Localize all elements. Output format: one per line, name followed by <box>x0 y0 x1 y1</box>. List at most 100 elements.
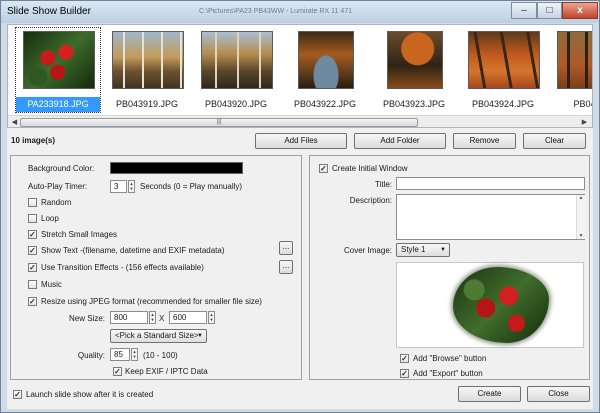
thumbnail-image[interactable] <box>23 31 95 89</box>
quality-stepper[interactable]: ▲ ▼ <box>131 348 138 361</box>
maximize-button[interactable]: □ <box>537 2 562 19</box>
title-bar[interactable]: Slide Show Builder C:\Pictures\PA23 PB43… <box>1 1 599 23</box>
autoplay-suffix: Seconds (0 = Play manually) <box>140 182 243 191</box>
thumbnail-scrollbar[interactable]: ◀ ||| ▶ <box>8 115 592 127</box>
create-initial-label: Create Initial Window <box>332 164 408 173</box>
add-browse-label: Add "Browse" button <box>413 354 487 363</box>
add-folder-button[interactable]: Add Folder <box>354 133 446 149</box>
initial-window-panel: ✓ Create Initial Window Title: Descripti… <box>309 155 590 380</box>
cover-preview <box>396 262 584 348</box>
scroll-right-icon[interactable]: ▶ <box>579 117 590 127</box>
description-scrollbar[interactable]: ▲ ▼ <box>576 195 585 239</box>
launch-checkbox[interactable]: ✓ <box>13 390 22 399</box>
description-input[interactable] <box>396 194 585 240</box>
random-label: Random <box>41 198 72 207</box>
scroll-left-icon[interactable]: ◀ <box>9 117 20 127</box>
client-area: PA233918.JPG PB043919.JPG PB043920.JPG P… <box>7 24 593 409</box>
clear-button[interactable]: Clear <box>523 133 586 149</box>
loop-label: Loop <box>41 214 59 223</box>
thumbnail-3[interactable]: PB043922.JPG <box>283 28 367 112</box>
width-input[interactable]: 800 <box>110 311 148 324</box>
standard-size-dropdown[interactable]: <Pick a Standard Size> ▼ <box>110 329 207 343</box>
launch-label: Launch slide show after it is created <box>26 390 154 399</box>
loop-checkbox[interactable] <box>28 214 37 223</box>
thumbnail-0[interactable]: PA233918.JPG <box>15 27 101 113</box>
scroll-down-icon[interactable]: ▼ <box>577 233 585 239</box>
thumbnail-image[interactable] <box>468 31 540 89</box>
new-size-label: New Size: <box>68 314 105 323</box>
create-button[interactable]: Create <box>458 386 521 402</box>
height-stepper[interactable]: ▲ ▼ <box>208 311 215 324</box>
cover-style-dropdown[interactable]: Style 1 ▼ <box>396 243 450 257</box>
background-window-title: C:\Pictures\PA23 PB43WW - Lumirate RX 11… <box>199 8 353 15</box>
autoplay-label: Auto-Play Timer: <box>28 182 88 191</box>
stretch-checkbox[interactable]: ✓ <box>28 230 37 239</box>
background-color-swatch[interactable] <box>110 162 243 174</box>
background-color-label: Background Color: <box>28 164 95 173</box>
music-checkbox[interactable] <box>28 280 37 289</box>
random-checkbox[interactable] <box>28 198 37 207</box>
stretch-label: Stretch Small Images <box>41 230 118 239</box>
resize-checkbox[interactable]: ✓ <box>28 297 37 306</box>
spin-down-icon[interactable]: ▼ <box>209 317 214 322</box>
create-initial-checkbox[interactable]: ✓ <box>319 164 328 173</box>
text-options-button[interactable]: ... <box>279 241 293 255</box>
show-text-checkbox[interactable]: ✓ <box>28 246 37 255</box>
show-text-label: Show Text -(filename, datetime and EXIF … <box>41 246 225 255</box>
thumbnail-strip[interactable]: PA233918.JPG PB043919.JPG PB043920.JPG P… <box>7 24 593 128</box>
add-browse-checkbox[interactable]: ✓ <box>400 354 409 363</box>
thumbnail-caption: PA233918.JPG <box>16 97 100 112</box>
standard-size-value: <Pick a Standard Size> <box>115 331 199 340</box>
thumbnail-1[interactable]: PB043919.JPG <box>105 28 189 112</box>
thumbnail-image[interactable] <box>387 31 443 89</box>
add-files-button[interactable]: Add Files <box>255 133 347 149</box>
cover-preview-image <box>453 267 549 343</box>
thumbnail-caption: PB043920.JPG <box>204 99 268 109</box>
autoplay-stepper[interactable]: ▲ ▼ <box>128 180 135 193</box>
scroll-up-icon[interactable]: ▲ <box>577 195 585 201</box>
cover-image-label: Cover Image: <box>343 246 392 255</box>
minimize-button[interactable]: – <box>511 2 537 19</box>
title-input[interactable] <box>396 177 585 190</box>
chevron-down-icon[interactable]: ▼ <box>197 330 203 342</box>
thumbnail-image[interactable] <box>557 31 592 89</box>
slideshow-options-panel: Background Color: Auto-Play Timer: 3 ▲ ▼ … <box>10 155 302 380</box>
thumbnail-6[interactable]: PB04392 <box>550 28 592 112</box>
thumbnail-caption: PB043919.JPG <box>115 99 179 109</box>
close-button[interactable]: Close <box>527 386 590 402</box>
thumbnail-2[interactable]: PB043920.JPG <box>194 28 278 112</box>
image-count: 10 image(s) <box>11 136 56 145</box>
thumbnail-4[interactable]: PB043923.JPG <box>372 28 456 112</box>
thumbnail-caption: PB043922.JPG <box>293 99 357 109</box>
chevron-down-icon[interactable]: ▼ <box>440 244 446 256</box>
transitions-label: Use Transition Effects - (156 effects av… <box>41 263 204 272</box>
thumbnail-caption: PB043924.JPG <box>471 99 535 109</box>
thumbnail-image[interactable] <box>298 31 354 89</box>
remove-button[interactable]: Remove <box>453 133 516 149</box>
autoplay-input[interactable]: 3 <box>110 180 127 193</box>
quality-input[interactable]: 85 <box>110 348 130 361</box>
spin-down-icon[interactable]: ▼ <box>150 317 155 322</box>
add-export-checkbox[interactable]: ✓ <box>400 369 409 378</box>
keep-exif-label: Keep EXIF / IPTC Data <box>125 367 208 376</box>
title-label: Title: <box>374 180 392 189</box>
spin-down-icon[interactable]: ▼ <box>129 186 134 191</box>
resize-label: Resize using JPEG format (recommended fo… <box>41 297 262 306</box>
thumbnail-image[interactable] <box>112 31 184 89</box>
keep-exif-checkbox[interactable]: ✓ <box>113 367 122 376</box>
music-label: Music <box>41 280 62 289</box>
slide-show-builder-window: Slide Show Builder C:\Pictures\PA23 PB43… <box>0 0 600 413</box>
thumbnail-image[interactable] <box>201 31 273 89</box>
height-input[interactable]: 600 <box>169 311 207 324</box>
spin-down-icon[interactable]: ▼ <box>132 354 137 359</box>
thumbnail-caption: PB04392 <box>573 99 592 109</box>
close-window-button[interactable]: x <box>562 2 598 19</box>
scrollbar-thumb[interactable]: ||| <box>20 118 418 127</box>
size-separator: X <box>159 314 165 323</box>
thumbnail-caption: PB043923.JPG <box>382 99 446 109</box>
cover-style-value: Style 1 <box>401 245 426 254</box>
transitions-checkbox[interactable]: ✓ <box>28 263 37 272</box>
width-stepper[interactable]: ▲ ▼ <box>149 311 156 324</box>
thumbnail-5[interactable]: PB043924.JPG <box>461 28 545 112</box>
transition-options-button[interactable]: ... <box>279 260 293 274</box>
